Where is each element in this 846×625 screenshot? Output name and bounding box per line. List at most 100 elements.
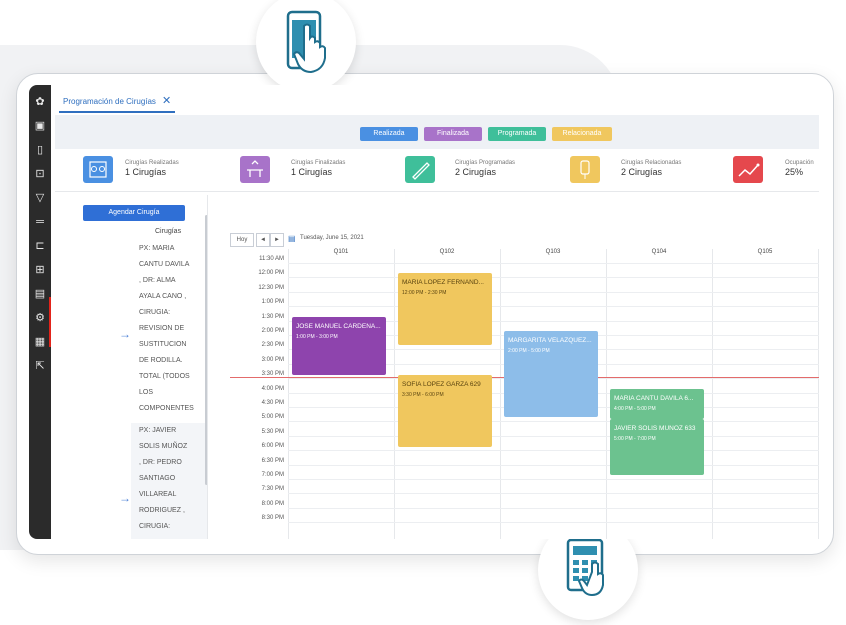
- event-time: 4:00 PM - 5:00 PM: [614, 406, 656, 412]
- event-time: 5:00 PM - 7:00 PM: [614, 436, 656, 442]
- grid-row-line: [288, 291, 819, 293]
- bottle-icon[interactable]: ▯: [33, 143, 47, 157]
- calendar-grid: Q101 Q102 Q103 Q104 Q105 11:30 AM 12:00 P…: [208, 249, 819, 539]
- event-title: JAVIER SOLIS MUÑOZ 633: [614, 425, 696, 432]
- time-label: 3:00 PM: [261, 356, 284, 363]
- grid-row-line: [288, 464, 819, 466]
- list-item-line: AYALA CANO ,: [139, 293, 187, 300]
- card-title: Ocupación: [785, 160, 814, 166]
- phone-touch-icon: [286, 10, 326, 74]
- brand-icon[interactable]: ✿: [33, 95, 47, 109]
- card-finalizadas: Cirugías Finalizadas 1 Cirugías: [291, 160, 345, 177]
- arrow-right-icon: →: [119, 327, 131, 341]
- event-title: MARIA LOPEZ FERNAND...: [402, 279, 484, 286]
- card-value: 25%: [785, 167, 804, 177]
- list-item-line: , DR: PEDRO: [139, 459, 182, 466]
- card-title: Cirugías Finalizadas: [291, 160, 346, 166]
- document-icon[interactable]: ▦: [33, 335, 47, 349]
- list-item-line: SUSTITUCION: [139, 341, 187, 348]
- card-relacionadas: Cirugías Relacionadas 2 Cirugías: [621, 160, 681, 177]
- list-item-line: PX: MARIA: [139, 245, 175, 252]
- summary-cards: Cirugías Realizadas 1 Cirugías Cirugías F…: [55, 149, 819, 192]
- download-icon[interactable]: ⊡: [33, 167, 47, 181]
- time-label: 12:00 PM: [258, 270, 284, 277]
- time-label: 6:00 PM: [261, 443, 284, 450]
- operating-room-icon: [83, 156, 113, 183]
- event-card[interactable]: MARGARITA VELAZQUEZ... 2:00 PM - 5:00 PM: [504, 331, 598, 417]
- time-label: 12:30 PM: [258, 284, 284, 291]
- list-item-line: CIRUGIA:: [139, 309, 171, 316]
- calendar: Hoy ◄ ► ▤ Tuesday, June 15, 2021 Q101 Q1…: [207, 195, 819, 539]
- event-card[interactable]: JOSE MANUEL CARDENA... 1:00 PM - 3:00 PM: [292, 317, 386, 375]
- tab-programacion[interactable]: Programación de Cirugías ✕: [59, 91, 176, 113]
- time-label: 11:30 AM: [259, 256, 284, 262]
- time-label: 8:00 PM: [261, 500, 284, 507]
- event-time: 1:00 PM - 3:00 PM: [296, 334, 338, 340]
- card-programadas: Cirugías Programadas 2 Cirugías: [455, 160, 515, 177]
- legend-finalizada[interactable]: Finalizada: [424, 127, 482, 141]
- column-header: Q102: [439, 249, 455, 255]
- settings-icon[interactable]: ⚙: [33, 311, 47, 325]
- legend-programada[interactable]: Programada: [488, 127, 546, 141]
- phone-touch-bubble: [256, 0, 356, 92]
- event-title: MARIA CANTU DAVILA 6...: [614, 395, 694, 402]
- arrow-right-icon: →: [119, 491, 131, 505]
- iv-bag-icon: [570, 156, 600, 183]
- event-card[interactable]: MARIA LOPEZ FERNAND... 12:00 PM - 2:30 PM: [398, 273, 492, 345]
- legend-realizada[interactable]: Realizada: [360, 127, 418, 141]
- card-title: Cirugías Realizadas: [125, 160, 179, 166]
- grid-row-line: [288, 435, 819, 437]
- event-card[interactable]: SOFIA LOPEZ GARZA 629 3:30 PM - 6:00 PM: [398, 375, 492, 447]
- today-button[interactable]: Hoy: [230, 233, 254, 247]
- card-title: Cirugías Programadas: [455, 160, 516, 166]
- surgery-bed-icon: [240, 156, 270, 183]
- surgery-list-panel: Agendar Cirugía Cirugías → PX: MARIA CAN…: [51, 195, 209, 539]
- calendar-icon[interactable]: ▤: [288, 234, 296, 243]
- ambulance-icon[interactable]: ⊏: [33, 239, 47, 253]
- status-legend: Realizada Finalizada Programada Relacion…: [55, 115, 819, 151]
- column-header: Q104: [651, 249, 667, 255]
- event-time: 2:00 PM - 5:00 PM: [508, 348, 550, 354]
- prev-button[interactable]: ◄: [256, 233, 270, 247]
- column-header: Q105: [757, 249, 773, 255]
- card-value: 2 Cirugías: [621, 167, 663, 177]
- grid-row-line: [288, 507, 819, 509]
- cup-icon[interactable]: ▽: [33, 191, 47, 205]
- grid-row-line: [288, 522, 819, 524]
- event-card[interactable]: MARIA CANTU DAVILA 6... 4:00 PM - 5:00 PM: [610, 389, 704, 419]
- export-icon[interactable]: ⇱: [33, 359, 47, 373]
- tab-bar: Programación de Cirugías ✕: [51, 85, 819, 113]
- current-date[interactable]: Tuesday, June 15, 2021: [300, 235, 364, 241]
- next-button[interactable]: ►: [270, 233, 284, 247]
- list-item-line: COMPONENTES: [139, 405, 194, 412]
- time-label: 6:30 PM: [261, 457, 284, 464]
- list-item-line: , DR: ALMA: [139, 277, 176, 284]
- building-icon[interactable]: ▤: [33, 287, 47, 301]
- main-content: Programación de Cirugías ✕ Realizada Fina…: [51, 85, 819, 539]
- medkit-icon[interactable]: ⊞: [33, 263, 47, 277]
- grid-row-line: [288, 479, 819, 480]
- event-time: 3:30 PM - 6:00 PM: [402, 392, 444, 398]
- legend-relacionada[interactable]: Relacionada: [552, 127, 612, 141]
- grid-row-line: [288, 306, 819, 308]
- agendar-cirugia-button[interactable]: Agendar Cirugía: [83, 205, 185, 221]
- list-item-line: VILLAREAL: [139, 491, 177, 498]
- card-value: 1 Cirugías: [125, 167, 167, 177]
- list-header: Cirugías: [155, 228, 182, 235]
- clipboard-icon[interactable]: ▣: [33, 119, 47, 133]
- time-label: 4:00 PM: [261, 385, 284, 392]
- event-card[interactable]: JAVIER SOLIS MUÑOZ 633 5:00 PM - 7:00 PM: [610, 419, 704, 475]
- trend-line-icon: [733, 156, 763, 183]
- time-label: 8:30 PM: [261, 515, 284, 522]
- column-header: Q101: [333, 249, 349, 255]
- bed-icon[interactable]: ═: [33, 215, 47, 229]
- event-title: SOFIA LOPEZ GARZA 629: [402, 381, 481, 388]
- card-realizadas: Cirugías Realizadas 1 Cirugías: [125, 160, 179, 177]
- grid-row-line: [288, 493, 819, 495]
- close-icon[interactable]: ✕: [162, 95, 171, 107]
- list-item-line: DE RODILLA.: [139, 357, 183, 364]
- time-label: 1:00 PM: [261, 299, 284, 306]
- time-label: 4:30 PM: [261, 400, 284, 406]
- grid-row-line: [288, 263, 819, 264]
- sidebar: ✿ ▣ ▯ ⊡ ▽ ═ ⊏ ⊞ ▤ ⚙ ▦ ⇱: [29, 85, 51, 539]
